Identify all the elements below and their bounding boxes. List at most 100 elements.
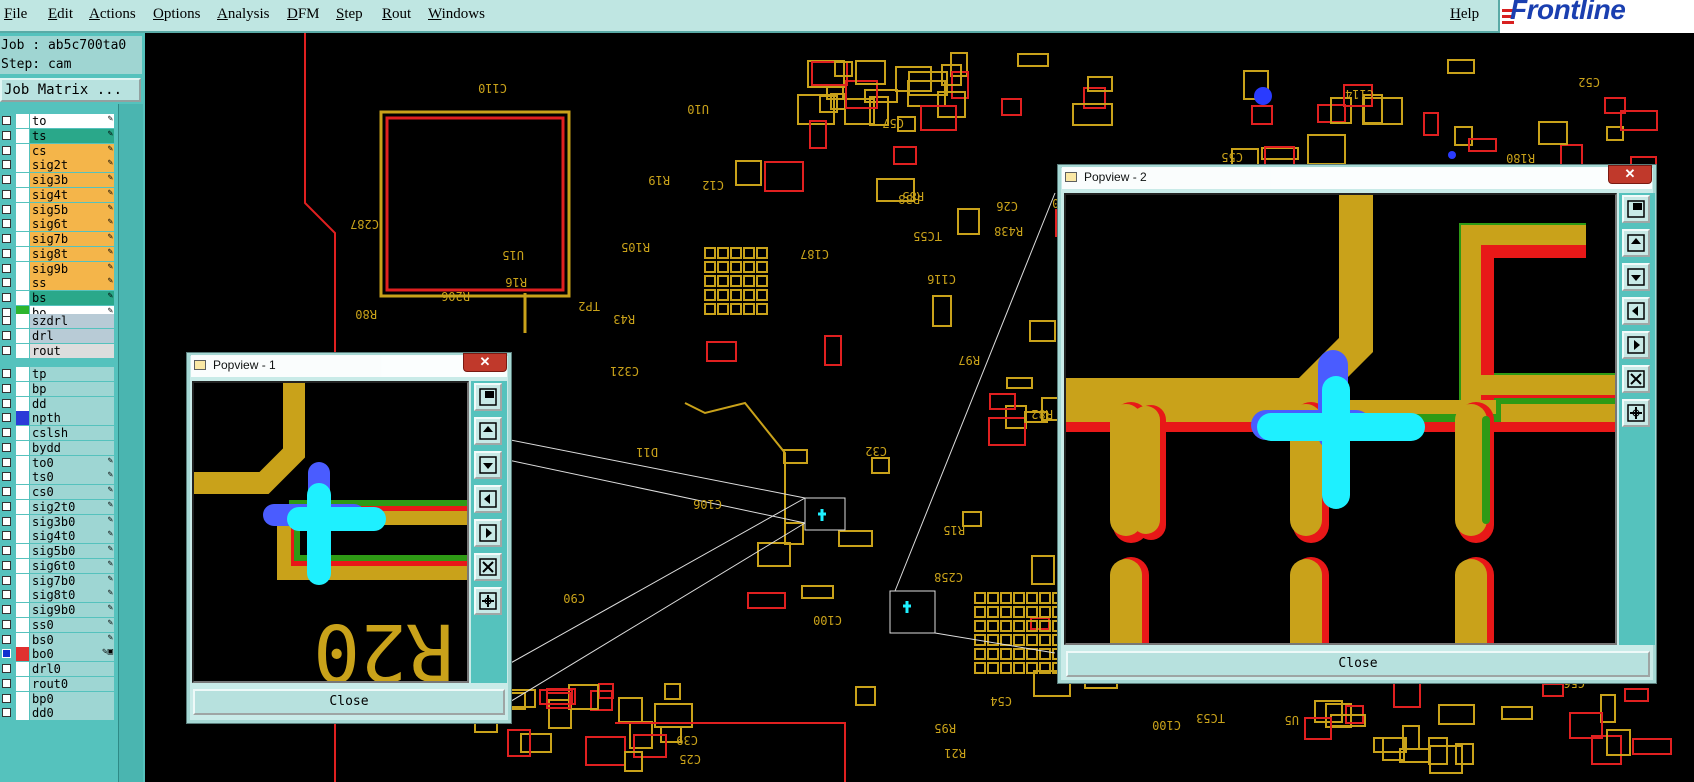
- layer-name[interactable]: sig5b: [30, 202, 114, 217]
- layer-checkbox[interactable]: [2, 531, 11, 541]
- layer-row-sig2t0[interactable]: sig2t0 ✎: [0, 499, 116, 515]
- layer-name[interactable]: rout0: [30, 676, 114, 691]
- layer-checkbox[interactable]: [2, 575, 11, 585]
- layer-affected-toggle[interactable]: [16, 544, 29, 558]
- layer-affected-toggle[interactable]: [16, 396, 29, 411]
- popview-1-zoom-view[interactable]: R20: [192, 381, 469, 683]
- layer-row-npth[interactable]: npth: [0, 410, 116, 426]
- layer-affected-toggle[interactable]: [16, 499, 29, 514]
- layer-row-sig3b0[interactable]: sig3b0 ✎: [0, 514, 116, 530]
- layer-checkbox[interactable]: [2, 457, 11, 467]
- layer-row-sig6t0[interactable]: sig6t0 ✎: [0, 558, 116, 574]
- layer-affected-toggle[interactable]: [16, 343, 29, 358]
- layer-affected-toggle[interactable]: [16, 470, 29, 485]
- layer-checkbox[interactable]: [2, 369, 11, 378]
- layer-checkbox[interactable]: [2, 546, 11, 555]
- layer-affected-toggle[interactable]: [16, 187, 29, 202]
- zoom-window-icon[interactable]: [474, 383, 502, 411]
- layer-checkbox[interactable]: [2, 330, 11, 340]
- layer-name[interactable]: sig6t0: [30, 558, 114, 573]
- layer-affected-toggle[interactable]: [16, 114, 29, 128]
- layer-row-szdrl[interactable]: szdrl: [0, 313, 116, 329]
- layer-name[interactable]: bs: [30, 291, 114, 305]
- zoom-out-icon[interactable]: [1622, 399, 1650, 427]
- layer-affected-toggle[interactable]: [16, 261, 29, 276]
- pan-up-icon[interactable]: [474, 417, 502, 445]
- menu-edit[interactable]: Edit: [48, 6, 73, 23]
- layer-row-bs0[interactable]: bs0 ✎: [0, 632, 116, 648]
- layer-row-sig4t[interactable]: sig4t ✎: [0, 187, 116, 203]
- layer-affected-toggle[interactable]: [16, 529, 29, 544]
- layer-row-sig5b0[interactable]: sig5b0 ✎: [0, 543, 116, 559]
- layer-name[interactable]: cslsh: [30, 426, 114, 440]
- layer-name[interactable]: sig2t0: [30, 499, 114, 514]
- zoom-out-icon[interactable]: [474, 587, 502, 615]
- layer-checkbox[interactable]: [2, 175, 11, 184]
- menu-step[interactable]: Step: [336, 6, 363, 23]
- layer-checkbox[interactable]: [2, 649, 11, 659]
- layer-name[interactable]: ss: [30, 276, 114, 291]
- layer-name[interactable]: dd: [30, 396, 114, 411]
- pan-down-icon[interactable]: [474, 451, 502, 479]
- layer-affected-toggle[interactable]: [16, 202, 29, 217]
- layer-affected-toggle[interactable]: [16, 411, 29, 426]
- layer-row-sig9b[interactable]: sig9b ✎: [0, 261, 116, 277]
- pan-up-icon[interactable]: [1622, 229, 1650, 257]
- layer-row-bo0[interactable]: bo0 ✎▣: [0, 646, 116, 662]
- popview-1-close-button[interactable]: Close: [193, 689, 505, 715]
- layer-name[interactable]: to0: [30, 455, 114, 470]
- layer-row-sig7b0[interactable]: sig7b0 ✎: [0, 573, 116, 589]
- layer-checkbox[interactable]: [2, 116, 11, 125]
- layer-row-ts[interactable]: ts ✎: [0, 128, 116, 144]
- layer-row-sig2t[interactable]: sig2t ✎: [0, 157, 116, 173]
- layer-affected-toggle[interactable]: [16, 367, 29, 381]
- layer-row-sig4t0[interactable]: sig4t0 ✎: [0, 528, 116, 544]
- menu-rout[interactable]: Rout: [382, 6, 411, 23]
- popview-2-zoom-view[interactable]: [1064, 193, 1617, 645]
- layer-affected-toggle[interactable]: [16, 706, 29, 721]
- layer-row-drl[interactable]: drl: [0, 328, 116, 344]
- layer-row-bs[interactable]: bs ✎: [0, 290, 116, 306]
- layer-affected-toggle[interactable]: [16, 514, 29, 529]
- layer-affected-toggle[interactable]: [16, 381, 29, 396]
- layer-checkbox[interactable]: [2, 189, 11, 199]
- layer-name[interactable]: ss0: [30, 617, 114, 632]
- zoom-window-icon[interactable]: [1622, 195, 1650, 223]
- layer-affected-toggle[interactable]: [16, 691, 29, 706]
- layer-panel-scrollbar[interactable]: [118, 104, 143, 782]
- layer-row-tp[interactable]: tp: [0, 366, 116, 382]
- layer-checkbox[interactable]: [2, 428, 11, 437]
- popview-1-close-icon[interactable]: ✕: [463, 353, 507, 372]
- layer-row-ts0[interactable]: ts0 ✎: [0, 469, 116, 485]
- layer-checkbox[interactable]: [2, 664, 11, 673]
- layer-affected-toggle[interactable]: [16, 558, 29, 573]
- pan-right-icon[interactable]: [474, 519, 502, 547]
- layer-name[interactable]: drl: [30, 328, 114, 343]
- layer-row-sig8t0[interactable]: sig8t0 ✎: [0, 587, 116, 603]
- zoom-in-icon[interactable]: [1622, 365, 1650, 393]
- layer-row-to0[interactable]: to0 ✎: [0, 455, 116, 471]
- layer-affected-toggle[interactable]: [16, 143, 29, 158]
- menu-help[interactable]: Help: [1450, 6, 1479, 23]
- layer-name[interactable]: sig4t: [30, 187, 114, 202]
- layer-checkbox[interactable]: [2, 278, 11, 288]
- layer-row-bydd[interactable]: bydd: [0, 440, 116, 456]
- popview-1-titlebar[interactable]: Popview - 1: [191, 355, 507, 377]
- layer-name[interactable]: sig9b0: [30, 603, 114, 617]
- layer-row-cslsh[interactable]: cslsh: [0, 425, 116, 441]
- layer-affected-toggle[interactable]: [16, 246, 29, 261]
- layer-checkbox[interactable]: [2, 472, 11, 482]
- layer-name[interactable]: to: [30, 114, 114, 128]
- layer-row-sig6t[interactable]: sig6t ✎: [0, 216, 116, 232]
- layer-checkbox[interactable]: [2, 248, 11, 258]
- layer-affected-toggle[interactable]: [16, 603, 29, 617]
- menu-actions[interactable]: Actions: [89, 6, 136, 23]
- layer-checkbox[interactable]: [2, 560, 11, 570]
- layer-name[interactable]: tp: [30, 367, 114, 381]
- popview-2-close-icon[interactable]: ✕: [1608, 165, 1652, 184]
- layer-row-cs0[interactable]: cs0 ✎: [0, 484, 116, 500]
- layer-affected-toggle[interactable]: [16, 632, 29, 647]
- menu-file[interactable]: File: [4, 6, 27, 23]
- pan-right-icon[interactable]: [1622, 331, 1650, 359]
- layer-row-bp[interactable]: bp: [0, 381, 116, 397]
